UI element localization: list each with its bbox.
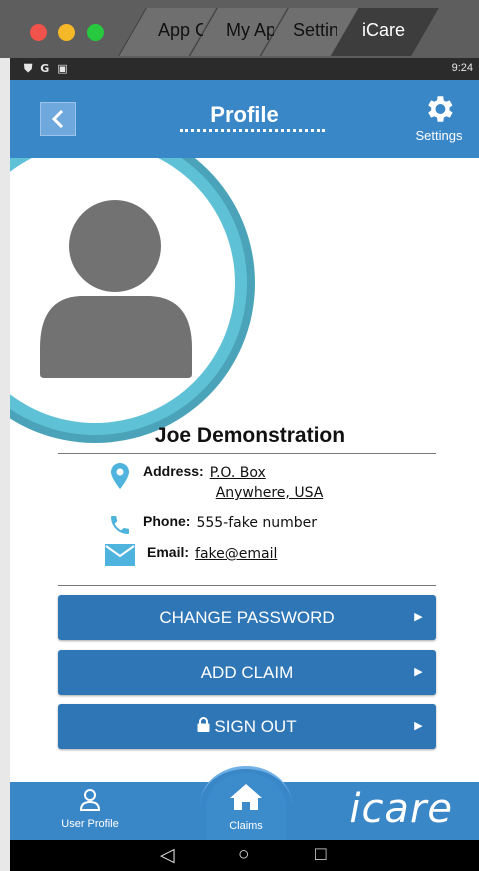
bottom-navigation: User Profile Claims icare bbox=[10, 766, 479, 844]
user-name: Joe Demonstration bbox=[154, 424, 346, 447]
tab-label: Settings bbox=[293, 20, 337, 40]
phone-row: Phone: 555-fake number bbox=[105, 513, 317, 537]
phone-value: 555-fake number bbox=[196, 515, 318, 531]
nav-user-profile-label: User Profile bbox=[61, 818, 119, 830]
email-label: Email: bbox=[147, 544, 190, 560]
a-icon: ▣ bbox=[57, 62, 68, 75]
settings-button[interactable]: Settings bbox=[411, 92, 467, 143]
envelope-icon bbox=[105, 544, 135, 566]
avatar bbox=[10, 158, 260, 448]
divider bbox=[58, 585, 436, 586]
address-line-2: Anywhere, USA bbox=[215, 485, 324, 501]
close-window-button[interactable] bbox=[30, 24, 47, 41]
address-row: Address: P.O. Box Anywhere, USA bbox=[105, 463, 323, 503]
home-icon bbox=[230, 784, 262, 810]
title-underline bbox=[180, 129, 325, 132]
gear-icon bbox=[428, 96, 453, 122]
address-line-1: P.O. Box bbox=[209, 465, 266, 481]
phone-label: Phone: bbox=[143, 513, 191, 529]
lock-icon bbox=[197, 716, 210, 737]
sign-out-label: SIGN OUT bbox=[214, 716, 297, 736]
recents-nav-icon[interactable]: □ bbox=[315, 844, 326, 866]
tab-label: iCare bbox=[362, 20, 406, 40]
maximize-window-button[interactable] bbox=[87, 24, 104, 41]
address-link[interactable]: P.O. Box Anywhere, USA bbox=[210, 463, 324, 503]
g-icon: G bbox=[40, 62, 50, 75]
icare-logo: icare bbox=[349, 786, 453, 832]
map-pin-icon bbox=[105, 463, 135, 489]
email-link[interactable]: fake@email bbox=[195, 544, 277, 564]
status-time: 9:24 bbox=[451, 62, 473, 74]
app-window: App Center My Apps Settings iCare ⛊ G ▣ … bbox=[0, 0, 479, 871]
tab-label: App Center bbox=[158, 20, 203, 40]
page-title: Profile bbox=[210, 102, 279, 127]
add-claim-button[interactable]: ADD CLAIM ▸ bbox=[58, 650, 436, 695]
change-password-label: CHANGE PASSWORD bbox=[159, 607, 335, 627]
minimize-window-button[interactable] bbox=[58, 24, 75, 41]
chevron-right-icon: ▸ bbox=[414, 608, 422, 625]
android-status-bar: ⛊ G ▣ 9:24 bbox=[10, 58, 479, 80]
home-nav-icon[interactable]: ○ bbox=[238, 844, 249, 866]
email-row: Email: fake@email bbox=[105, 544, 277, 566]
profile-content: Joe Demonstration Address: P.O. Box Anyw… bbox=[10, 158, 479, 782]
android-nav-bar: ◁ ○ □ bbox=[10, 840, 479, 871]
window-titlebar: App Center My Apps Settings iCare bbox=[0, 0, 479, 58]
divider bbox=[58, 453, 436, 454]
nav-claims[interactable]: Claims bbox=[200, 766, 292, 844]
address-label: Address: bbox=[143, 463, 204, 479]
settings-label: Settings bbox=[415, 128, 463, 143]
phone-icon bbox=[105, 513, 135, 537]
chevron-right-icon: ▸ bbox=[414, 663, 422, 680]
user-icon bbox=[79, 789, 101, 811]
add-claim-label: ADD CLAIM bbox=[200, 662, 294, 682]
shield-icon: ⛊ bbox=[24, 62, 33, 75]
chevron-right-icon: ▸ bbox=[414, 717, 422, 734]
app-header: Profile Settings bbox=[10, 80, 479, 158]
sign-out-button[interactable]: SIGN OUT ▸ bbox=[58, 704, 436, 749]
change-password-button[interactable]: CHANGE PASSWORD ▸ bbox=[58, 595, 436, 640]
nav-user-profile[interactable]: User Profile bbox=[54, 788, 126, 830]
tab-label: My Apps bbox=[226, 20, 274, 40]
nav-claims-label: Claims bbox=[229, 820, 263, 832]
back-nav-icon[interactable]: ◁ bbox=[160, 844, 175, 867]
